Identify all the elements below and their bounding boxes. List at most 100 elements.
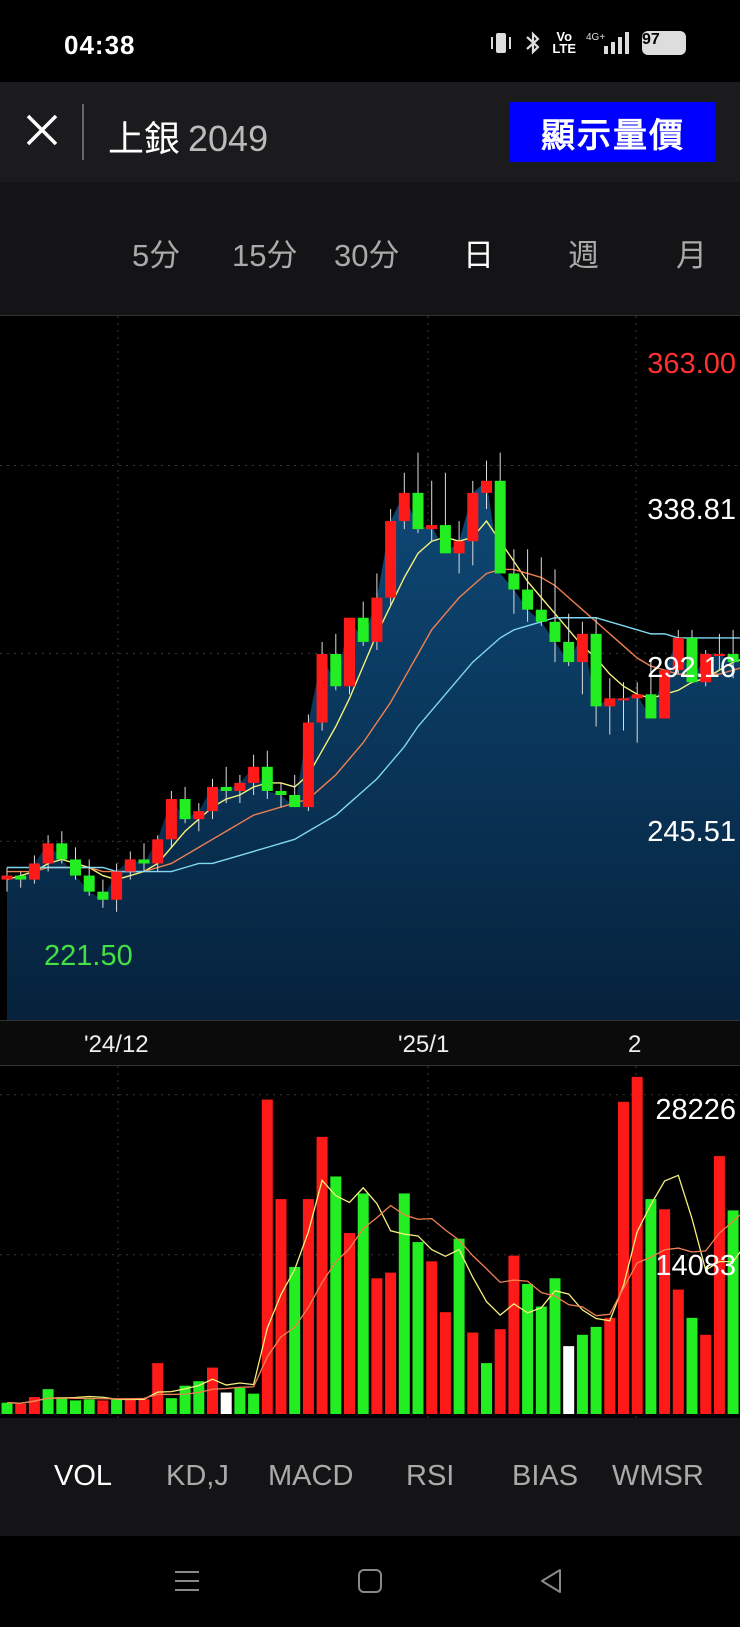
candle [83, 859, 95, 896]
price-tick-1: 338.81 [647, 494, 736, 526]
volume-bar [152, 1363, 164, 1414]
volume-bar [727, 1210, 739, 1414]
volume-bar [686, 1317, 698, 1414]
price-high-label: 363.00 [647, 348, 736, 380]
candle-body [111, 871, 123, 900]
tab-day[interactable]: 日 [463, 230, 494, 275]
tab-week[interactable]: 週 [568, 230, 599, 275]
candle-body [302, 722, 314, 808]
candle [385, 508, 397, 606]
volume-bar [645, 1199, 657, 1414]
tab-kdj[interactable]: KD,J [166, 1460, 229, 1493]
candle [330, 633, 342, 691]
volume-bar [344, 1233, 355, 1414]
candle [56, 831, 68, 864]
battery-indicator: 97 [642, 31, 686, 55]
volume-bars [1, 1076, 739, 1414]
volume-bar [83, 1399, 95, 1414]
candle-body [535, 609, 547, 622]
volume-bar [713, 1156, 725, 1414]
candle-body [563, 641, 575, 663]
volume-bar [426, 1261, 438, 1414]
tab-5min[interactable]: 5分 [132, 230, 180, 275]
price-chart[interactable]: 363.00 338.81 292.16 245.51 221.50 [0, 316, 740, 1020]
app-root: 04:38 Vo LTE 4G+ 97 上銀 2049 顯示量價 5分 15分 … [0, 0, 740, 1627]
candle-body [138, 859, 150, 864]
bluetooth-icon [526, 31, 540, 55]
menu-icon[interactable] [172, 1566, 202, 1596]
volume-bar [508, 1255, 520, 1414]
volume-bar [439, 1312, 451, 1414]
candle-body [275, 790, 287, 795]
volume-bar [165, 1398, 177, 1414]
tab-bias[interactable]: BIAS [512, 1460, 578, 1493]
candle-body [508, 573, 520, 590]
candle-body [70, 859, 81, 876]
volume-bar [97, 1400, 109, 1414]
candle-body [261, 766, 273, 791]
candle-body [453, 541, 465, 554]
tab-15min[interactable]: 15分 [232, 230, 297, 275]
candle-body [193, 811, 205, 820]
volume-bar [453, 1238, 465, 1414]
candle [165, 790, 177, 848]
candle-body [590, 633, 602, 707]
candle-body [289, 794, 301, 808]
candle [357, 601, 369, 646]
volume-bar [481, 1363, 492, 1414]
stock-code: 2049 [188, 118, 269, 159]
candle-body [179, 799, 191, 820]
close-icon[interactable] [22, 110, 62, 150]
volume-bar [535, 1306, 547, 1414]
stock-title: 上銀 2049 [108, 110, 268, 162]
volume-bar [563, 1346, 575, 1414]
volume-bar [700, 1334, 712, 1414]
stock-name: 上銀 [108, 118, 181, 159]
candle [316, 641, 328, 731]
show-volume-price-button[interactable]: 顯示量價 [510, 102, 716, 162]
candle-body [618, 698, 629, 701]
candle-body [549, 621, 561, 642]
candle-body [631, 694, 643, 699]
volume-bar [618, 1101, 629, 1414]
volume-bar [590, 1326, 602, 1414]
candle-body [248, 766, 260, 783]
period-tabs: 5分 15分 30分 日 週 月 [0, 182, 740, 316]
candle-body [234, 782, 246, 791]
back-icon[interactable] [536, 1566, 566, 1596]
tab-month[interactable]: 月 [676, 230, 707, 275]
candle [70, 847, 81, 880]
volume-tick-2: 14083 [655, 1250, 736, 1282]
candle [344, 617, 355, 695]
candle [179, 786, 191, 824]
volume-bar [220, 1392, 232, 1414]
tab-30min[interactable]: 30分 [334, 230, 399, 275]
candle-body [344, 617, 355, 687]
price-low-label: 221.50 [44, 940, 133, 972]
candle-body [97, 891, 109, 900]
volume-bar [576, 1334, 588, 1414]
tab-wmsr[interactable]: WMSR [612, 1460, 704, 1493]
tab-rsi[interactable]: RSI [406, 1460, 454, 1493]
volume-bar [261, 1099, 273, 1414]
volume-bar [412, 1242, 424, 1414]
volume-bar [42, 1389, 54, 1414]
candle [563, 613, 575, 667]
x-label-jan: '25/1 [398, 1031, 450, 1058]
volume-bar [371, 1278, 383, 1414]
tab-vol[interactable]: VOL [54, 1460, 112, 1493]
header-divider [82, 104, 84, 160]
indicator-tabs: VOL KD,J MACD RSI BIAS WMSR [0, 1418, 740, 1536]
tab-macd[interactable]: MACD [268, 1460, 353, 1493]
home-icon[interactable] [355, 1566, 385, 1596]
candle-body [494, 480, 506, 574]
volume-chart[interactable]: 28226 14083 [0, 1066, 740, 1418]
volume-bar [385, 1272, 397, 1414]
stock-header: 上銀 2049 顯示量價 [0, 82, 740, 182]
volte-label: Vo LTE [552, 29, 576, 56]
candle-body [522, 589, 534, 610]
vibrate-icon [491, 33, 512, 53]
status-icons: Vo LTE 4G+ 97 [488, 30, 686, 56]
volume-bar [357, 1193, 369, 1414]
candle-body [412, 492, 424, 530]
